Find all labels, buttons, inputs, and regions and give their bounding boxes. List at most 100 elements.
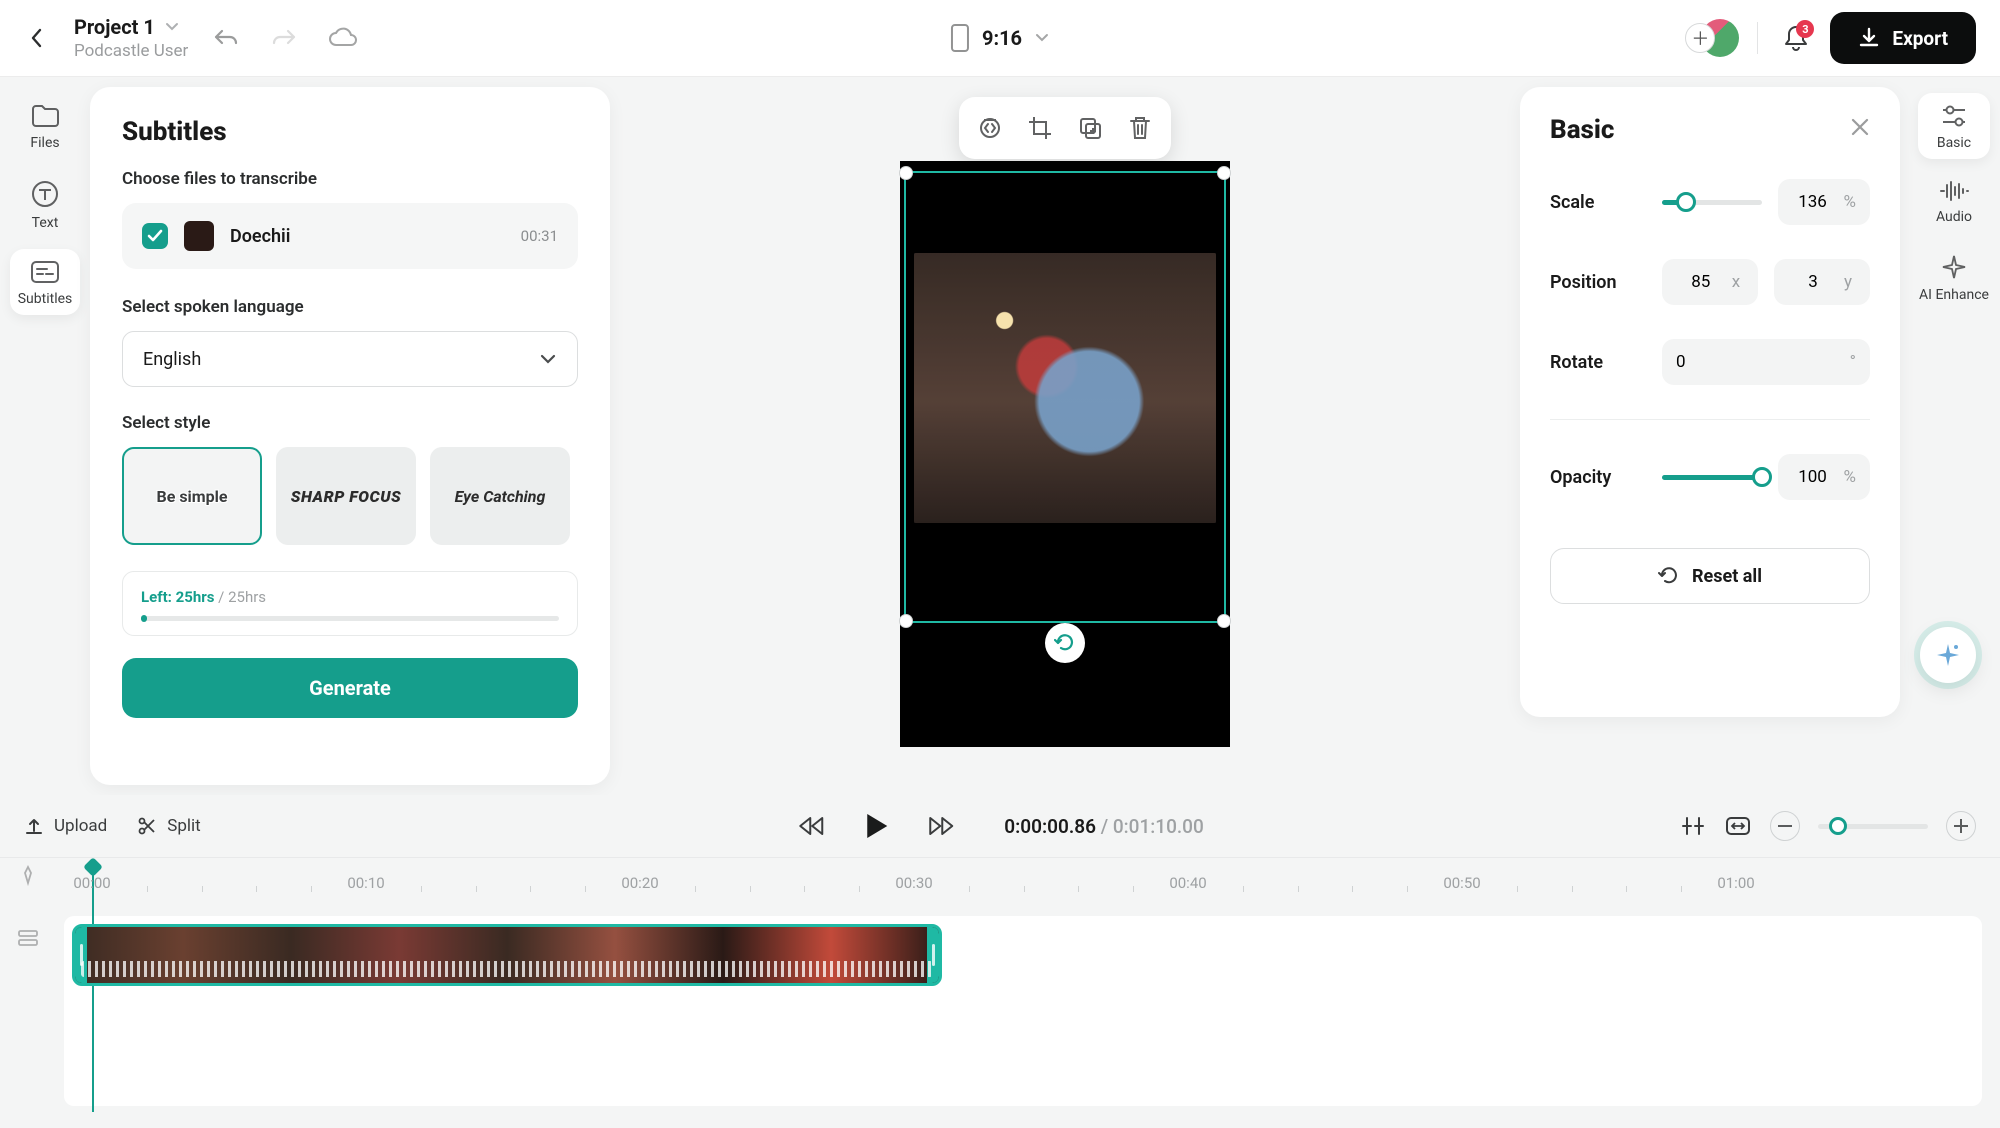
ruler-tick xyxy=(1407,886,1408,892)
rail-audio[interactable]: Audio xyxy=(1918,169,1990,233)
opacity-slider[interactable] xyxy=(1662,475,1762,480)
redo-button[interactable] xyxy=(264,18,304,58)
skip-forward-button[interactable] xyxy=(926,814,956,838)
split-label: Split xyxy=(167,816,200,836)
canvas-toolbar xyxy=(959,97,1171,159)
preview-viewport[interactable] xyxy=(900,161,1230,747)
file-thumbnail xyxy=(184,221,214,251)
back-button[interactable] xyxy=(24,25,50,51)
timeline[interactable]: 00:00 00:10 00:20 00:30 00:40 00:50 01:0… xyxy=(0,857,2000,1128)
notification-count: 3 xyxy=(1796,20,1814,38)
degree-unit: ° xyxy=(1850,352,1856,372)
video-clip[interactable] xyxy=(72,924,942,986)
track-area[interactable] xyxy=(64,916,1982,1106)
fit-button[interactable] xyxy=(1724,815,1752,837)
ruler-tick xyxy=(859,886,860,892)
resize-handle-bl[interactable] xyxy=(899,614,913,628)
file-name: Doechii xyxy=(230,226,290,247)
scale-value-box[interactable]: % xyxy=(1778,179,1870,225)
playhead[interactable] xyxy=(92,872,94,1112)
percent-unit: % xyxy=(1844,467,1856,487)
clip-trim-left[interactable] xyxy=(75,927,87,983)
language-select[interactable]: English xyxy=(122,331,578,387)
skip-back-icon xyxy=(796,814,826,838)
cloud-save-button[interactable] xyxy=(322,18,362,58)
layers-icon xyxy=(16,928,40,948)
aspect-ratio-selector[interactable]: 9:16 xyxy=(950,23,1050,53)
snap-button[interactable] xyxy=(1680,814,1706,838)
notifications-button[interactable]: 3 xyxy=(1776,18,1816,58)
zoom-out-button[interactable] xyxy=(1770,811,1800,841)
timeline-marker-toggle[interactable] xyxy=(17,864,39,886)
file-row[interactable]: Doechii 00:31 xyxy=(122,203,578,269)
check-icon xyxy=(147,229,163,243)
rotate-value-box[interactable]: ° xyxy=(1662,339,1870,385)
ruler-tick xyxy=(1078,886,1079,892)
upload-button[interactable]: Upload xyxy=(24,816,107,836)
reset-all-button[interactable]: Reset all xyxy=(1550,548,1870,604)
timeline-track-toggle[interactable] xyxy=(16,928,40,948)
crop-button[interactable] xyxy=(1015,103,1065,153)
position-x-box[interactable]: x xyxy=(1662,259,1758,305)
zoom-slider[interactable] xyxy=(1818,824,1928,829)
sliders-icon xyxy=(1939,103,1969,129)
ai-fab-button[interactable] xyxy=(1920,627,1976,683)
undo-button[interactable] xyxy=(206,18,246,58)
folder-icon xyxy=(30,103,60,129)
scale-slider[interactable] xyxy=(1662,200,1762,205)
replace-media-button[interactable] xyxy=(965,103,1015,153)
style-card-be-simple[interactable]: Be simple xyxy=(122,447,262,545)
duplicate-button[interactable] xyxy=(1065,103,1115,153)
split-button[interactable]: Split xyxy=(137,816,200,836)
subtitles-panel: Subtitles Choose files to transcribe Doe… xyxy=(90,87,610,785)
clip-trim-right[interactable] xyxy=(927,927,939,983)
rotate-handle[interactable] xyxy=(1045,623,1085,663)
ruler-tick xyxy=(804,886,805,892)
quota-sep: / xyxy=(214,588,228,606)
resize-handle-tl[interactable] xyxy=(899,166,913,180)
opacity-value-box[interactable]: % xyxy=(1778,454,1870,500)
percent-unit: % xyxy=(1844,192,1856,212)
refresh-icon xyxy=(1054,632,1076,654)
scale-label: Scale xyxy=(1550,192,1646,213)
zoom-in-button[interactable] xyxy=(1946,811,1976,841)
style-label-2: Eye Catching xyxy=(455,487,546,506)
ruler-tick xyxy=(476,886,477,892)
project-title[interactable]: Project 1 xyxy=(74,15,155,39)
scale-input[interactable] xyxy=(1792,192,1834,212)
sparkle-icon xyxy=(1935,642,1961,668)
resize-handle-tr[interactable] xyxy=(1217,166,1231,180)
generate-button[interactable]: Generate xyxy=(122,658,578,718)
resize-handle-br[interactable] xyxy=(1217,614,1231,628)
ruler-tick xyxy=(1681,886,1682,892)
rail-text[interactable]: Text xyxy=(10,169,80,239)
position-x-input[interactable] xyxy=(1680,272,1722,292)
subtitles-icon xyxy=(29,259,61,285)
export-button[interactable]: Export xyxy=(1830,12,1976,64)
skip-back-button[interactable] xyxy=(796,814,826,838)
delete-button[interactable] xyxy=(1115,103,1165,153)
rail-ai-enhance[interactable]: AI Enhance xyxy=(1918,243,1990,311)
position-y-input[interactable] xyxy=(1792,272,1834,292)
timeline-ruler[interactable]: 00:00 00:10 00:20 00:30 00:40 00:50 01:0… xyxy=(64,868,2000,902)
position-y-box[interactable]: y xyxy=(1774,259,1870,305)
close-panel-button[interactable] xyxy=(1850,117,1870,137)
play-button[interactable] xyxy=(854,804,898,848)
opacity-input[interactable] xyxy=(1792,467,1834,487)
skip-forward-icon xyxy=(926,814,956,838)
chevron-down-icon[interactable] xyxy=(165,22,179,32)
selection-frame[interactable] xyxy=(904,171,1226,623)
file-checkbox[interactable] xyxy=(142,223,168,249)
style-card-sharp-focus[interactable]: SHARP FOCUS xyxy=(276,447,416,545)
style-card-eye-catching[interactable]: Eye Catching xyxy=(430,447,570,545)
rotate-input[interactable] xyxy=(1676,352,1840,372)
opacity-label: Opacity xyxy=(1550,467,1646,488)
rail-subtitles[interactable]: Subtitles xyxy=(10,249,80,315)
language-value: English xyxy=(143,349,201,370)
canvas[interactable] xyxy=(610,77,1520,795)
rail-basic[interactable]: Basic xyxy=(1918,93,1990,159)
collaborators[interactable]: ＋ xyxy=(1685,19,1739,57)
rail-ai-label: AI Enhance xyxy=(1919,287,1989,303)
rail-files[interactable]: Files xyxy=(10,93,80,159)
fit-icon xyxy=(1724,815,1752,837)
